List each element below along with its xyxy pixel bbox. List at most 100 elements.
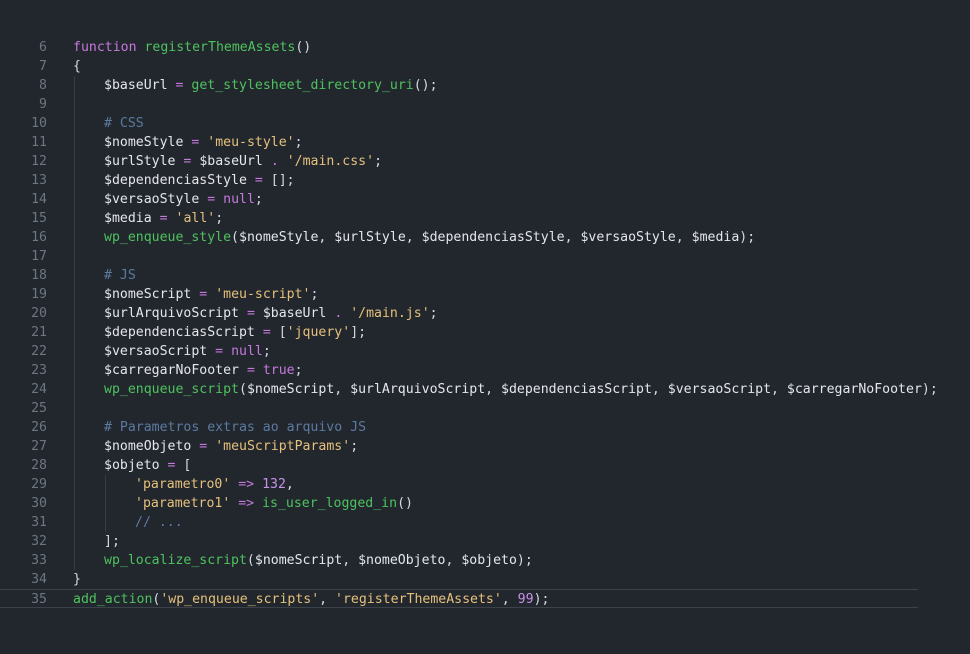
code-token: 99 (517, 592, 534, 607)
line-content: $versaoScript = null; (104, 342, 271, 361)
code-line[interactable]: 15 $media = 'all'; (0, 209, 970, 228)
line-content: wp_enqueue_script($nomeScript, $urlArqui… (104, 380, 938, 399)
code-token: , (564, 230, 581, 245)
code-token: , (771, 382, 787, 397)
code-line[interactable]: 14 $versaoStyle = null; (0, 190, 970, 209)
line-number: 11 (31, 135, 47, 150)
code-line[interactable]: 19 $nomeScript = 'meu-script'; (0, 285, 970, 304)
code-token: ; (294, 135, 303, 150)
code-token: . (270, 154, 279, 169)
code-line[interactable]: 9 (0, 95, 970, 114)
code-line[interactable]: 16 wp_enqueue_style($nomeStyle, $urlStyle… (0, 228, 970, 247)
code-token: ( (231, 230, 239, 245)
code-token: , (319, 592, 336, 607)
line-number: 13 (31, 173, 47, 188)
code-token: $nomeObjeto (358, 553, 446, 568)
code-line[interactable]: 11 $nomeStyle = 'meu-style'; (0, 133, 970, 152)
line-content: wp_enqueue_style($nomeStyle, $urlStyle, … (104, 228, 755, 247)
line-number: 14 (31, 192, 47, 207)
code-token: = (254, 173, 263, 188)
code-line[interactable]: 28 $objeto = [ (0, 456, 970, 475)
line-content: 'parametro0' => 132, (135, 475, 294, 494)
code-line[interactable]: 29 'parametro0' => 132, (0, 475, 970, 494)
code-line[interactable]: 34} (0, 570, 970, 589)
code-token: $carregarNoFooter (786, 382, 922, 397)
line-number: 19 (31, 287, 47, 302)
code-token: $versaoStyle (580, 230, 676, 245)
code-token: (); (413, 78, 438, 93)
code-token: ); (921, 382, 938, 397)
code-line[interactable]: 21 $dependenciasScript = ['jquery']; (0, 323, 970, 342)
line-content: # CSS (104, 114, 144, 133)
code-line[interactable]: 27 $nomeObjeto = 'meuScriptParams'; (0, 437, 970, 456)
code-line[interactable]: 35 add_action('wp_enqueue_scripts', 'regi… (0, 589, 918, 608)
line-number: 32 (31, 534, 47, 549)
indent-guide (105, 494, 106, 513)
line-number: 27 (31, 439, 47, 454)
code-token: , (405, 230, 422, 245)
code-token: => (238, 477, 255, 492)
code-line[interactable]: 22 $versaoScript = null; (0, 342, 970, 361)
line-number: 16 (31, 230, 47, 245)
code-line[interactable]: 10 # CSS (0, 114, 970, 133)
indent-guide (74, 152, 75, 171)
code-line[interactable]: 7{ (0, 57, 970, 76)
line-content: $nomeStyle = 'meu-style'; (104, 133, 303, 152)
code-line[interactable]: 8 $baseUrl = get_stylesheet_directory_uri… (0, 76, 970, 95)
code-token: 'parametro0' (135, 477, 231, 492)
code-token: ]; (350, 325, 367, 340)
code-token: $urlArquivoScript (104, 306, 239, 321)
code-token: $versaoScript (104, 344, 208, 359)
code-editor[interactable]: 6 function registerThemeAssets() 7{8 $baseU… (0, 0, 970, 654)
code-line[interactable]: 33 wp_localize_script($nomeScript, $nomeO… (0, 551, 970, 570)
code-line[interactable]: 23 $carregarNoFooter = true; (0, 361, 970, 380)
code-line[interactable]: 18 # JS (0, 266, 970, 285)
code-token: 'wp_enqueue_scripts' (160, 592, 320, 607)
code-line[interactable]: 25 (0, 399, 970, 418)
line-number: 33 (31, 553, 47, 568)
line-content: # Parametros extras ao arquivo JS (104, 418, 366, 437)
line-content: $media = 'all'; (104, 209, 223, 228)
line-content: $dependenciasScript = ['jquery']; (104, 323, 366, 342)
code-line[interactable]: 32]; (0, 532, 970, 551)
indent-guide (74, 133, 75, 152)
code-line[interactable]: 6 function registerThemeAssets() (0, 38, 970, 57)
code-line[interactable]: 26 # Parametros extras ao arquivo JS (0, 418, 970, 437)
code-line[interactable]: 12 $urlStyle = $baseUrl . '/main.css'; (0, 152, 970, 171)
code-token: wp_enqueue_style (104, 230, 232, 245)
line-number: 15 (31, 211, 47, 226)
line-content: // ... (135, 513, 183, 532)
code-area[interactable]: 6 function registerThemeAssets() 7{8 $baseU… (0, 38, 970, 608)
code-token: wp_localize_script (104, 553, 247, 568)
code-token: $dependenciasScript (501, 382, 652, 397)
code-token: $urlArquivoScript (350, 382, 486, 397)
code-line[interactable]: 20 $urlArquivoScript = $baseUrl . '/main.… (0, 304, 970, 323)
code-line[interactable]: 24 wp_enqueue_script($nomeScript, $urlArq… (0, 380, 970, 399)
code-token: [ (175, 458, 192, 473)
indent-guide (74, 437, 75, 456)
code-token: []; (262, 173, 295, 188)
line-content: 'parametro1' => is_user_logged_in() (135, 494, 413, 513)
code-token: $dependenciasScript (104, 325, 255, 340)
indent-guide (74, 342, 75, 361)
code-line[interactable]: 13 $dependenciasStyle = []; (0, 171, 970, 190)
line-number: 20 (31, 306, 47, 321)
code-line[interactable]: 31 // ... (0, 513, 970, 532)
code-line[interactable]: 30 'parametro1' => is_user_logged_in() (0, 494, 970, 513)
code-line[interactable]: 17 (0, 247, 970, 266)
indent-guide (74, 190, 75, 209)
code-token: ); (516, 553, 533, 568)
code-token: , (675, 230, 692, 245)
code-token: registerThemeAssets (144, 40, 296, 55)
code-token: // ... (135, 515, 183, 530)
line-number: 35 (31, 592, 47, 607)
code-token: $baseUrl (199, 154, 263, 169)
code-token: , (334, 382, 351, 397)
code-token: 'meu-style' (207, 135, 295, 150)
code-token: = (215, 344, 224, 359)
